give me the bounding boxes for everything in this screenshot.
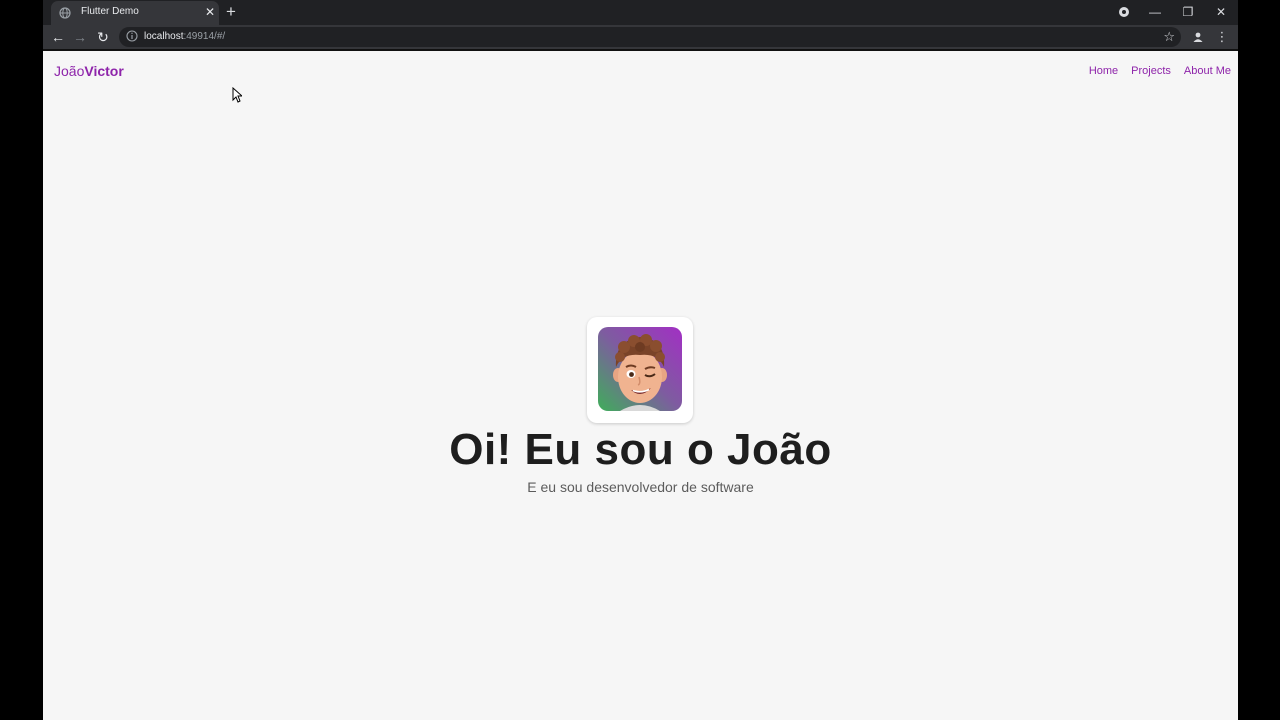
profile-indicator-icon[interactable] [1113, 2, 1135, 22]
mouse-cursor-icon [232, 87, 242, 103]
close-window-icon[interactable]: ✕ [1210, 2, 1232, 22]
memoji-avatar [598, 327, 682, 411]
reload-icon[interactable]: ↻ [94, 28, 112, 46]
browser-toolbar: ← → ↻ localhost:49914/#/ ☆ ⋮ [43, 25, 1238, 49]
nav-home[interactable]: Home [1089, 65, 1118, 77]
nav-projects[interactable]: Projects [1131, 65, 1171, 77]
account-icon[interactable] [1189, 28, 1207, 46]
hero-title: Oi! Eu sou o João [449, 425, 832, 474]
brand-last-name: Victor [84, 63, 124, 79]
hero-subtitle: E eu sou desenvolvedor de software [527, 479, 754, 495]
minimize-icon[interactable]: — [1144, 2, 1166, 22]
restore-icon[interactable]: ❐ [1177, 2, 1199, 22]
brand-logo[interactable]: JoãoVictor [54, 63, 124, 79]
address-bar[interactable]: localhost:49914/#/ ☆ [119, 27, 1181, 47]
tab-strip: Flutter Demo ✕ + — ❐ ✕ [43, 0, 1238, 25]
brand-first-name: João [54, 63, 85, 79]
avatar-card [587, 317, 693, 423]
close-tab-icon[interactable]: ✕ [205, 5, 215, 19]
web-page: JoãoVictor Home Projects About Me Oi! Eu… [43, 51, 1238, 720]
browser-window: Flutter Demo ✕ + — ❐ ✕ ← → ↻ localhost:4… [43, 0, 1238, 720]
tab-title: Flutter Demo [81, 6, 139, 17]
forward-icon[interactable]: → [71, 28, 89, 46]
browser-tab[interactable]: Flutter Demo ✕ [51, 1, 219, 25]
top-nav: Home Projects About Me [1089, 65, 1231, 77]
url-host: localhost [144, 31, 184, 42]
url-path: :49914/#/ [183, 31, 226, 42]
bookmark-star-icon[interactable]: ☆ [1163, 29, 1175, 45]
nav-about-me[interactable]: About Me [1184, 65, 1231, 77]
back-icon[interactable]: ← [49, 28, 67, 46]
url-text: localhost:49914/#/ [144, 31, 225, 42]
info-icon[interactable] [126, 30, 138, 42]
globe-icon [59, 7, 71, 19]
more-menu-icon[interactable]: ⋮ [1213, 28, 1231, 46]
new-tab-icon[interactable]: + [226, 2, 236, 22]
